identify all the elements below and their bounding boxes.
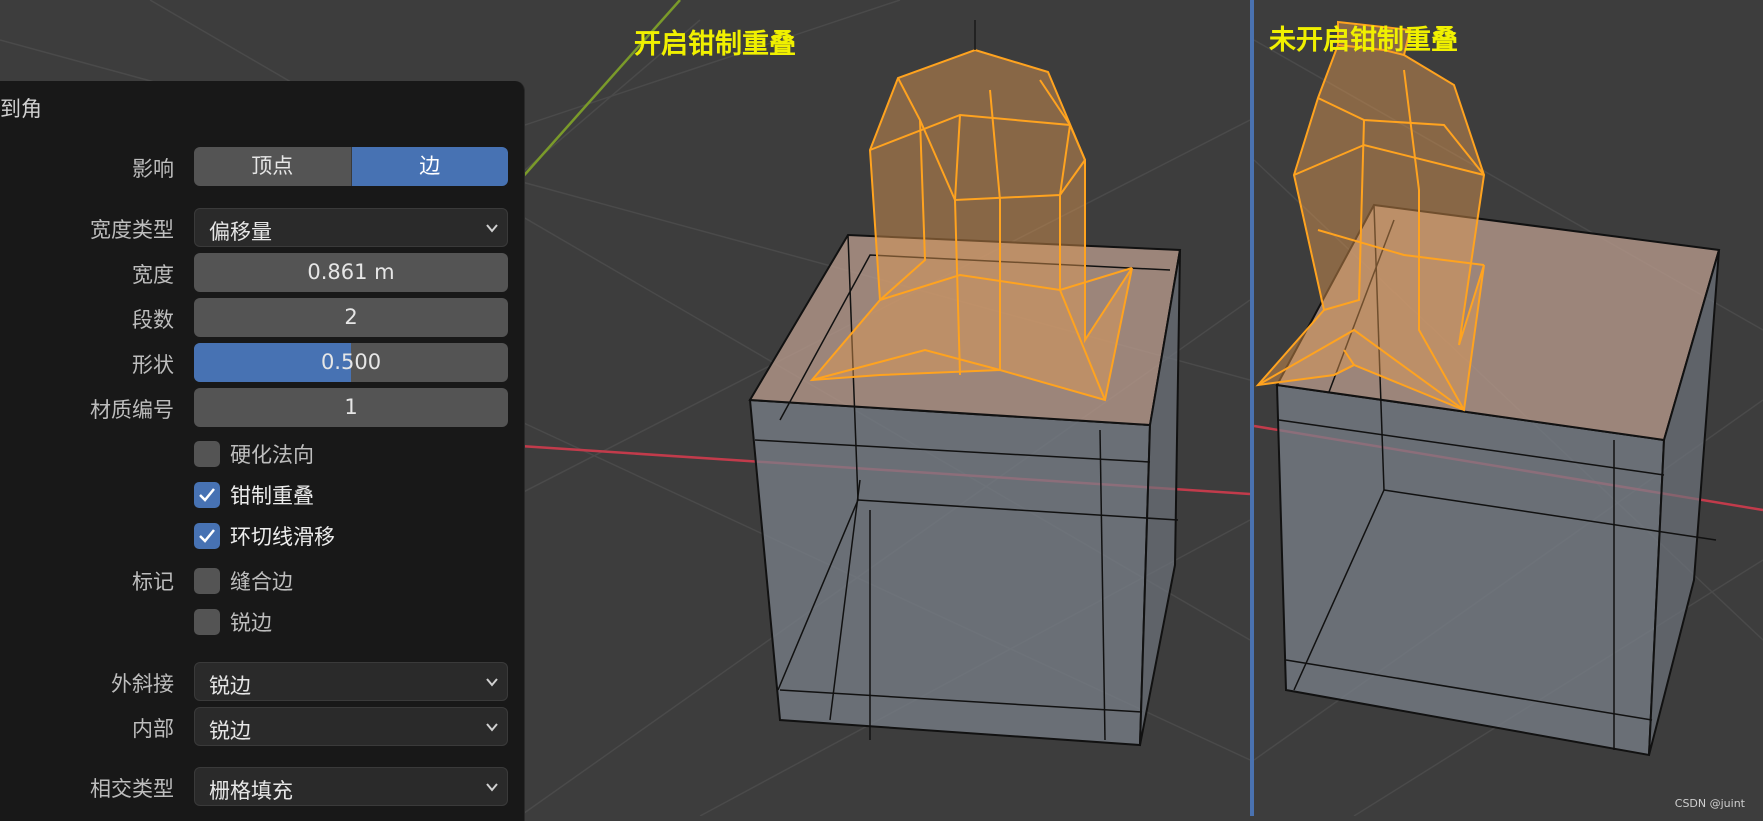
miter-inner-value: 锐边 bbox=[209, 719, 251, 743]
intersection-type-label: 相交类型 bbox=[90, 777, 174, 801]
mark-seam-label: 缝合边 bbox=[230, 570, 293, 594]
viewport-right-scene bbox=[1254, 20, 1763, 816]
affect-toggle: 顶点 边 bbox=[194, 147, 508, 186]
bevel-mesh-unclamped bbox=[1255, 20, 1486, 412]
material-index-field[interactable]: 1 bbox=[194, 388, 508, 427]
intersection-type-value: 栅格填充 bbox=[209, 779, 293, 803]
watermark: CSDN @juint bbox=[1674, 797, 1745, 810]
mark-label: 标记 bbox=[132, 570, 174, 594]
width-field[interactable]: 0.861 m bbox=[194, 253, 508, 292]
mark-sharp-checkbox[interactable] bbox=[194, 609, 220, 635]
chevron-down-icon bbox=[486, 783, 498, 792]
affect-vertices-button[interactable]: 顶点 bbox=[194, 147, 351, 186]
clamp-overlap-checkbox[interactable] bbox=[194, 482, 220, 508]
chevron-down-icon bbox=[486, 224, 498, 233]
shape-label: 形状 bbox=[132, 353, 174, 377]
viewport-clamp-off[interactable]: 未开启钳制重叠 CSDN @juint bbox=[1254, 0, 1763, 816]
harden-normals-checkbox[interactable] bbox=[194, 441, 220, 467]
shape-slider[interactable]: 0.500 bbox=[194, 343, 508, 382]
harden-normals-label: 硬化法向 bbox=[230, 443, 314, 467]
width-type-value: 偏移量 bbox=[209, 220, 272, 244]
clamp-overlap-label: 钳制重叠 bbox=[230, 484, 314, 508]
checkmark-icon bbox=[199, 488, 215, 502]
miter-outer-dropdown[interactable]: 锐边 bbox=[194, 662, 508, 701]
miter-inner-dropdown[interactable]: 锐边 bbox=[194, 707, 508, 746]
segments-label: 段数 bbox=[132, 308, 174, 332]
shape-value: 0.500 bbox=[320, 350, 382, 374]
panel-title[interactable]: 到角 bbox=[0, 93, 42, 123]
viewport-title-clamp-on: 开启钳制重叠 bbox=[634, 29, 796, 60]
width-label: 宽度 bbox=[132, 263, 174, 287]
material-index-label: 材质编号 bbox=[90, 398, 174, 422]
width-type-dropdown[interactable]: 偏移量 bbox=[194, 208, 508, 247]
width-type-label: 宽度类型 bbox=[90, 218, 174, 242]
loop-slide-label: 环切线滑移 bbox=[230, 525, 335, 549]
mark-sharp-label: 锐边 bbox=[230, 611, 272, 635]
bevel-operator-panel: 到角 影响 顶点 边 宽度类型 偏移量 宽度 0.861 m 段数 2 形状 0… bbox=[0, 81, 525, 821]
miter-outer-value: 锐边 bbox=[209, 674, 251, 698]
chevron-down-icon bbox=[486, 678, 498, 687]
loop-slide-checkbox[interactable] bbox=[194, 523, 220, 549]
chevron-down-icon bbox=[486, 723, 498, 732]
miter-inner-label: 内部 bbox=[132, 717, 174, 741]
affect-label: 影响 bbox=[132, 157, 174, 181]
bevel-mesh-clamped bbox=[809, 48, 1133, 402]
miter-outer-label: 外斜接 bbox=[111, 672, 174, 696]
viewport-title-clamp-off: 未开启钳制重叠 bbox=[1269, 25, 1458, 56]
affect-edges-button[interactable]: 边 bbox=[350, 147, 508, 186]
mark-seam-checkbox[interactable] bbox=[194, 568, 220, 594]
segments-field[interactable]: 2 bbox=[194, 298, 508, 337]
intersection-type-dropdown[interactable]: 栅格填充 bbox=[194, 767, 508, 806]
checkmark-icon bbox=[199, 529, 215, 543]
